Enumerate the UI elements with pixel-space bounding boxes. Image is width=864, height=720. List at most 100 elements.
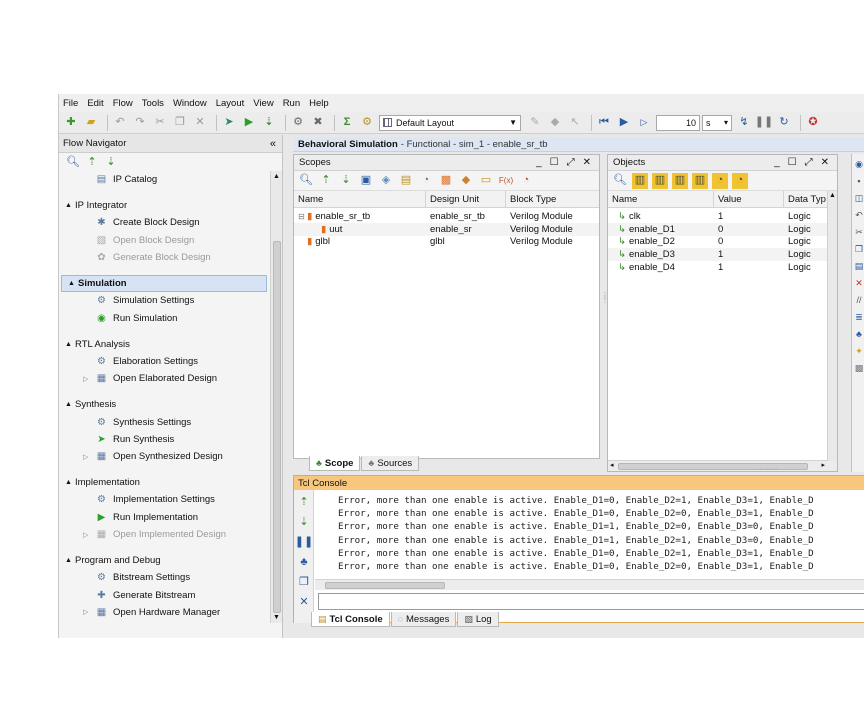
nav-item-generate-block-design[interactable]: ✿ Generate Block Design <box>59 249 269 266</box>
open-project-icon[interactable]: ▰ <box>83 115 99 131</box>
menu-edit[interactable]: Edit <box>87 98 103 109</box>
settings-gear-icon[interactable]: ⚙ <box>290 115 306 131</box>
filter-generate-icon[interactable]: ◔ <box>518 173 534 189</box>
table-row[interactable]: ↳ enable_D4 1 Logic <box>608 261 837 274</box>
nav-item-ip-catalog[interactable]: ▤ IP Catalog <box>59 171 269 188</box>
search-icon[interactable]: 🔍︎ <box>612 173 628 189</box>
expand-all-icon[interactable]: ⇣ <box>338 173 354 189</box>
nav-item-synthesis-settings[interactable]: ⚙ Synthesis Settings <box>59 413 269 430</box>
tree-expander-icon[interactable]: ⊟ <box>298 212 307 221</box>
filter-constant-icon[interactable]: ◔ <box>712 172 728 189</box>
menu-window[interactable]: Window <box>173 98 207 109</box>
nav-item-bitstream-settings[interactable]: ⚙ Bitstream Settings <box>59 569 269 586</box>
nav-item-open-synthesized-design[interactable]: ▷ ▦ Open Synthesized Design <box>59 448 269 465</box>
box-icon[interactable]: ▩ <box>853 362 864 374</box>
tools-icon[interactable]: ✖ <box>310 115 326 131</box>
nav-item-open-block-design[interactable]: ▧ Open Block Design <box>59 232 269 249</box>
run-time-input[interactable]: 10 <box>656 114 700 131</box>
scrollbar-thumb[interactable] <box>273 241 281 613</box>
collapse-all-icon[interactable]: ⇡ <box>84 154 100 170</box>
menu-tools[interactable]: Tools <box>142 98 164 109</box>
flow-navigator-scrollbar[interactable]: ▲ ▼ <box>270 171 282 623</box>
table-row[interactable]: ▮ uut enable_sr Verilog Module <box>294 222 599 236</box>
console-horizontal-scrollbar[interactable] <box>315 579 864 590</box>
nav-section-ip-integrator[interactable]: ▲ IP Integrator <box>59 197 269 214</box>
filter-function-icon[interactable]: ◔ <box>418 173 434 189</box>
step-icon[interactable]: ⇣ <box>261 115 277 131</box>
column-header-name[interactable]: Name <box>294 191 426 207</box>
tab-sources[interactable]: ♣ Sources <box>361 456 420 471</box>
bulb-icon[interactable]: ✦ <box>853 345 864 357</box>
collapse-triangle-icon[interactable]: ▲ <box>65 401 75 408</box>
menu-view[interactable]: View <box>253 98 273 109</box>
menu-flow[interactable]: Flow <box>113 98 133 109</box>
filter-process-icon[interactable]: ▩ <box>438 173 454 189</box>
tab-scope[interactable]: ♣ Scope <box>309 456 361 471</box>
link-icon[interactable]: ♣ <box>853 328 864 340</box>
step-sim-icon[interactable]: ↯ <box>736 115 752 131</box>
filter-internal-icon[interactable]: ▥ <box>692 172 708 189</box>
column-header-name[interactable]: Name <box>608 191 714 207</box>
nav-item-run-implementation[interactable]: ▶ Run Implementation <box>59 509 269 526</box>
nav-section-implementation[interactable]: ▲ Implementation <box>59 474 269 491</box>
scroll-left-icon[interactable]: ◂ <box>610 461 614 469</box>
undo-icon[interactable]: ↶ <box>112 115 128 131</box>
column-header-value[interactable]: Value <box>714 191 784 207</box>
expand-arrow-icon[interactable]: ▷ <box>83 608 88 616</box>
tab-log[interactable]: ▧ Log <box>457 612 499 627</box>
scroll-down-icon[interactable]: ▼ <box>273 614 280 621</box>
nav-item-run-synthesis[interactable]: ➤ Run Synthesis <box>59 431 269 448</box>
nav-item-simulation-settings[interactable]: ⚙ Simulation Settings <box>59 292 269 309</box>
column-header-design-unit[interactable]: Design Unit <box>426 191 506 207</box>
close-icon[interactable]: ✕ <box>583 157 591 168</box>
new-project-icon[interactable]: ✚ <box>63 115 79 131</box>
expand-all-icon[interactable]: ⇣ <box>103 154 119 170</box>
filter-input-icon[interactable]: ▥ <box>632 172 648 189</box>
copy-icon[interactable]: ❐ <box>853 243 864 255</box>
float-icon[interactable]: ⤢ <box>805 157 813 168</box>
collapse-triangle-icon[interactable]: ▲ <box>65 202 75 209</box>
nav-item-run-simulation[interactable]: ◉ Run Simulation <box>59 309 269 326</box>
scrollbar-thumb[interactable] <box>325 582 445 589</box>
filter-inout-icon[interactable]: ▥ <box>672 172 688 189</box>
filter-output-icon[interactable]: ▥ <box>652 172 668 189</box>
table-row[interactable]: ↳ enable_D2 0 Logic <box>608 236 837 249</box>
nav-section-program-and-debug[interactable]: ▲ Program and Debug <box>59 552 269 569</box>
horizontal-splitter[interactable]: ········· <box>757 466 787 473</box>
pause-output-icon[interactable]: ❚❚ <box>295 534 313 550</box>
minimize-icon[interactable]: _ <box>536 157 542 168</box>
pause-icon[interactable]: ❚❚ <box>755 115 773 131</box>
tcl-command-input[interactable] <box>318 593 864 610</box>
expand-arrow-icon[interactable]: ▷ <box>83 375 88 383</box>
filter-variable-icon[interactable]: ◔ <box>732 172 748 189</box>
nav-item-implementation-settings[interactable]: ⚙ Implementation Settings <box>59 491 269 508</box>
maximize-icon[interactable]: ☐ <box>550 157 559 168</box>
search-icon[interactable]: 🔍︎ <box>65 154 81 170</box>
scroll-up-icon[interactable]: ▲ <box>273 173 280 180</box>
copy-icon[interactable]: ❐ <box>296 574 312 590</box>
filter-package-icon[interactable]: ◆ <box>458 173 474 189</box>
collapse-triangle-icon[interactable]: ▲ <box>65 557 75 564</box>
comment-icon[interactable]: // <box>853 294 864 306</box>
table-row[interactable]: ↳ enable_D1 0 Logic <box>608 222 837 236</box>
close-icon[interactable]: ✕ <box>821 157 829 168</box>
run-all-icon[interactable]: ➤ <box>221 115 237 131</box>
tab-messages[interactable]: ◌ Messages <box>390 612 457 627</box>
maximize-icon[interactable]: ☐ <box>788 157 797 168</box>
filter-block-icon[interactable]: ◈ <box>378 173 394 189</box>
copy-icon[interactable]: ❐ <box>172 115 188 131</box>
restart-icon[interactable]: ⏮ <box>596 115 612 131</box>
menu-file[interactable]: File <box>63 98 78 109</box>
scroll-up-icon[interactable]: ▲ <box>829 192 836 199</box>
table-row[interactable]: ↳ enable_D3 1 Logic <box>608 248 837 262</box>
probe-icon[interactable]: ◆ <box>547 115 563 131</box>
expand-all-icon[interactable]: ⇣ <box>296 514 312 530</box>
save-icon[interactable]: ▪ <box>853 175 864 187</box>
relaunch-icon[interactable]: ↻ <box>776 115 792 131</box>
report-icon[interactable]: ⚙ <box>359 115 375 131</box>
delete-icon[interactable]: ✕ <box>192 115 208 131</box>
link-icon[interactable]: ♣ <box>296 554 312 570</box>
cut-icon[interactable]: ✂ <box>853 226 864 238</box>
nav-item-open-implemented-design[interactable]: ▷ ▦ Open Implemented Design <box>59 526 269 543</box>
nav-item-generate-bitstream[interactable]: ✚ Generate Bitstream <box>59 586 269 603</box>
